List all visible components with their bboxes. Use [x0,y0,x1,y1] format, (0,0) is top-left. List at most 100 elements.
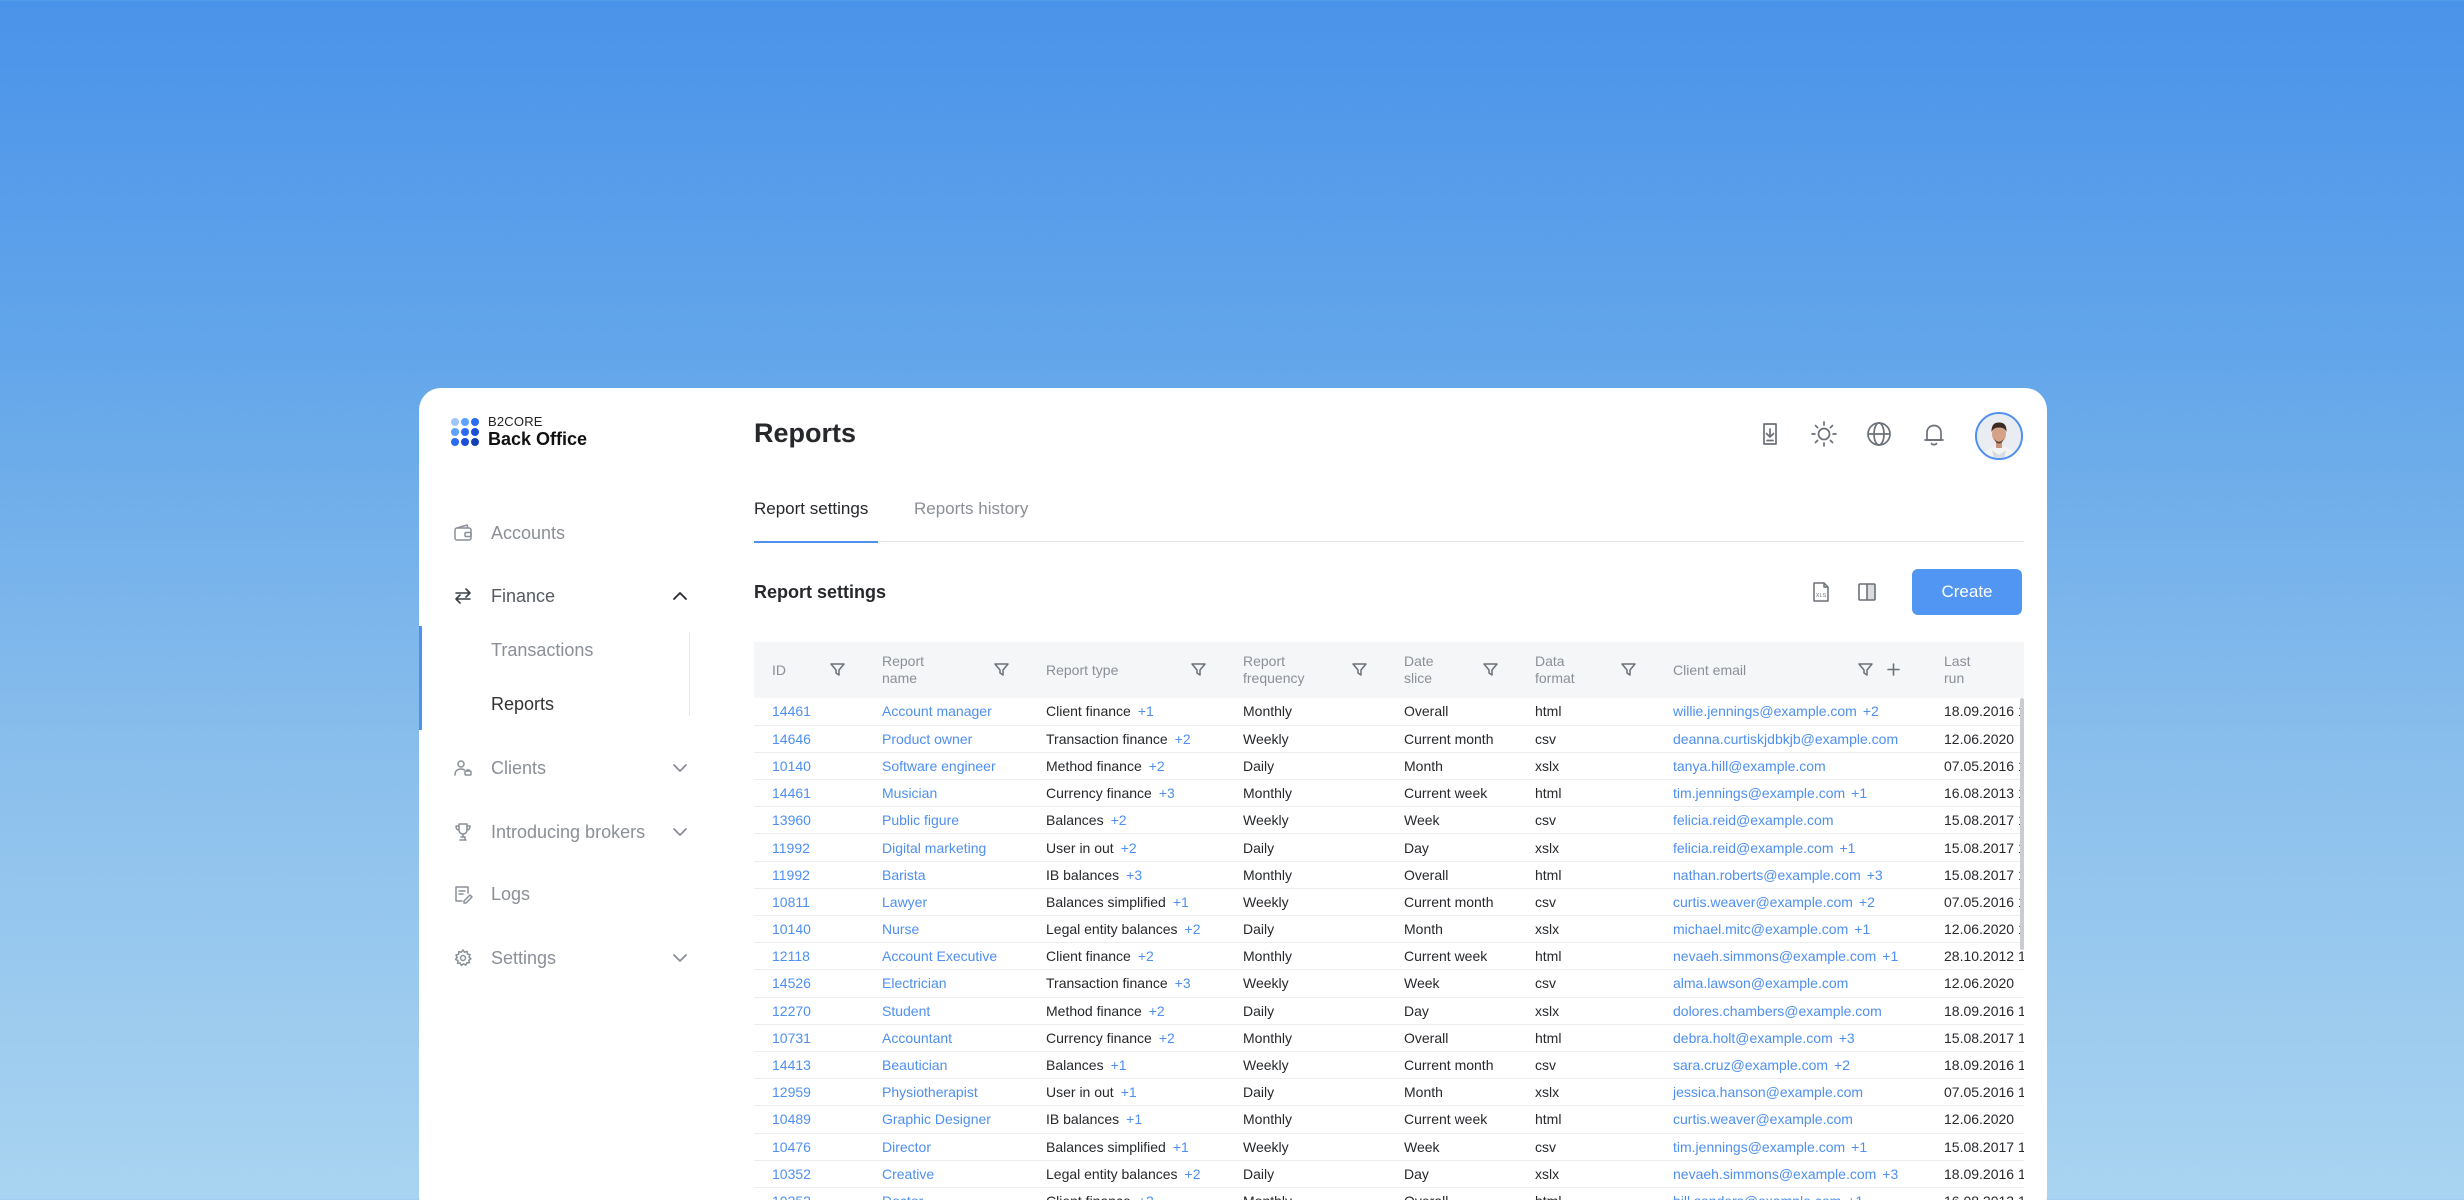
filter-icon[interactable] [993,661,1010,678]
more-badge[interactable]: +1 [1847,1193,1863,1200]
more-badge[interactable]: +1 [1111,1057,1127,1073]
more-badge[interactable]: +2 [1185,921,1201,937]
cell-id[interactable]: 13960 [754,807,864,834]
cell-report-name[interactable]: Account Executive [864,943,1028,970]
table-row[interactable]: 14413 Beautician Balances +1 Weekly Curre… [754,1051,2024,1079]
filter-icon[interactable] [1190,661,1207,678]
chevron-down-icon[interactable] [669,821,691,843]
cell-client-email[interactable]: jessica.hanson@example.com [1655,1079,1926,1106]
cell-report-name[interactable]: Creative [864,1160,1028,1187]
cell-report-name[interactable]: Product owner [864,725,1028,752]
table-row[interactable]: 14646 Product owner Transaction finance +… [754,725,2024,753]
cell-client-email[interactable]: nevaeh.simmons@example.com +1 [1655,943,1926,970]
more-badge[interactable]: +1 [1854,921,1870,937]
cell-client-email[interactable]: debra.holt@example.com +3 [1655,1024,1926,1051]
brand-logo[interactable]: B2CORE Back Office [451,415,587,448]
more-badge[interactable]: +2 [1159,1030,1175,1046]
cell-client-email[interactable]: deanna.curtiskjdbkjb@example.com [1655,725,1926,752]
more-badge[interactable]: +1 [1173,1139,1189,1155]
more-badge[interactable]: +1 [1173,894,1189,910]
cell-report-name[interactable]: Director [864,1133,1028,1160]
cell-client-email[interactable]: curtis.weaver@example.com [1655,1106,1926,1133]
table-row[interactable]: 14461 Musician Currency finance +3 Monthl… [754,780,2024,807]
sun-icon[interactable] [1810,420,1838,448]
more-badge[interactable]: +1 [1851,785,1867,801]
column-header-id[interactable]: ID [754,642,864,698]
table-row[interactable]: 10140 Nurse Legal entity balances +2 Dail… [754,916,2024,943]
cell-report-name[interactable]: Musician [864,780,1028,807]
more-badge[interactable]: +2 [1138,948,1154,964]
cell-id[interactable]: 12270 [754,997,864,1024]
column-header-data-format[interactable]: Data format [1517,642,1655,698]
cell-report-name[interactable]: Doctor [864,1187,1028,1200]
cell-client-email[interactable]: michael.mitc@example.com +1 [1655,916,1926,943]
cell-client-email[interactable]: bill.sanders@example.com+1 [1655,1187,1926,1200]
export-xls-icon[interactable]: XLS [1809,580,1833,604]
sidebar-item-settings[interactable]: Settings [419,938,719,978]
download-icon[interactable] [1756,420,1784,448]
more-badge[interactable]: +1 [1840,840,1856,856]
filter-icon[interactable] [1351,661,1368,678]
cell-report-name[interactable]: Student [864,997,1028,1024]
cell-id[interactable]: 10140 [754,916,864,943]
cell-client-email[interactable]: willie.jennings@example.com +2 [1655,698,1926,725]
cell-id[interactable]: 14413 [754,1051,864,1078]
more-badge[interactable]: +1 [1126,1111,1142,1127]
sidebar-item-clients[interactable]: Clients [419,748,719,788]
cell-id[interactable]: 12118 [754,943,864,970]
chevron-down-icon[interactable] [669,757,691,779]
more-badge[interactable]: +2 [1185,1166,1201,1182]
cell-client-email[interactable]: felicia.reid@example.com +1 [1655,834,1926,861]
column-header-report-type[interactable]: Report type [1028,642,1225,698]
add-column-icon[interactable] [1885,661,1902,678]
sidebar-item-logs[interactable]: Logs [419,874,719,914]
filter-icon[interactable] [829,661,846,678]
more-badge[interactable]: +3 [1175,975,1191,991]
cell-id[interactable]: 10811 [754,888,864,915]
filter-icon[interactable] [1620,661,1637,678]
more-badge[interactable]: +2 [1149,758,1165,774]
more-badge[interactable]: +2 [1121,840,1137,856]
more-badge[interactable]: +2 [1863,703,1879,719]
chevron-down-icon[interactable] [669,947,691,969]
cell-id[interactable]: 14646 [754,725,864,752]
cell-id[interactable]: 10140 [754,752,864,779]
cell-client-email[interactable]: nathan.roberts@example.com +3 [1655,861,1926,888]
more-badge[interactable]: +2 [1834,1057,1850,1073]
cell-report-name[interactable]: Software engineer [864,752,1028,779]
more-badge[interactable]: +1 [1121,1084,1137,1100]
more-badge[interactable]: +3 [1882,1166,1898,1182]
more-badge[interactable]: +1 [1851,1139,1867,1155]
table-row[interactable]: 14461 Account manager Client finance +1 M… [754,698,2024,726]
tab-reports-history[interactable]: Reports history [914,498,1028,542]
cell-client-email[interactable]: tim.jennings@example.com +1 [1655,780,1926,807]
cell-id[interactable]: 10731 [754,1024,864,1051]
more-badge[interactable]: +3 [1867,867,1883,883]
cell-report-name[interactable]: Beautician [864,1051,1028,1078]
sidebar-item-accounts[interactable]: Accounts [419,513,719,553]
more-badge[interactable]: +3 [1126,867,1142,883]
table-row[interactable]: 10352 Doctor Client finance+2 Monthly Ov… [754,1187,2024,1200]
sidebar-subitem-reports[interactable]: Reports [419,682,719,726]
create-button[interactable]: Create [1912,569,2022,615]
more-badge[interactable]: +2 [1149,1003,1165,1019]
chevron-up-icon[interactable] [669,585,691,607]
cell-id[interactable]: 14461 [754,780,864,807]
cell-report-name[interactable]: Barista [864,861,1028,888]
table-row[interactable]: 12270 Student Method finance +2 Daily Day… [754,997,2024,1025]
avatar[interactable] [1975,412,2023,460]
cell-report-name[interactable]: Digital marketing [864,834,1028,861]
cell-id[interactable]: 10489 [754,1106,864,1133]
cell-report-name[interactable]: Physiotherapist [864,1079,1028,1106]
table-row[interactable]: 11992 Barista IB balances +3 Monthly Over… [754,861,2024,889]
cell-id[interactable]: 11992 [754,834,864,861]
more-badge[interactable]: +1 [1138,703,1154,719]
cell-id[interactable]: 10476 [754,1133,864,1160]
globe-icon[interactable] [1865,420,1893,448]
table-row[interactable]: 10352 Creative Legal entity balances +2 D… [754,1160,2024,1188]
cell-report-name[interactable]: Electrician [864,970,1028,997]
more-badge[interactable]: +2 [1111,812,1127,828]
cell-id[interactable]: 10352 [754,1187,864,1200]
more-badge[interactable]: +3 [1159,785,1175,801]
sidebar-item-introducing-brokers[interactable]: Introducing brokers [419,812,719,852]
